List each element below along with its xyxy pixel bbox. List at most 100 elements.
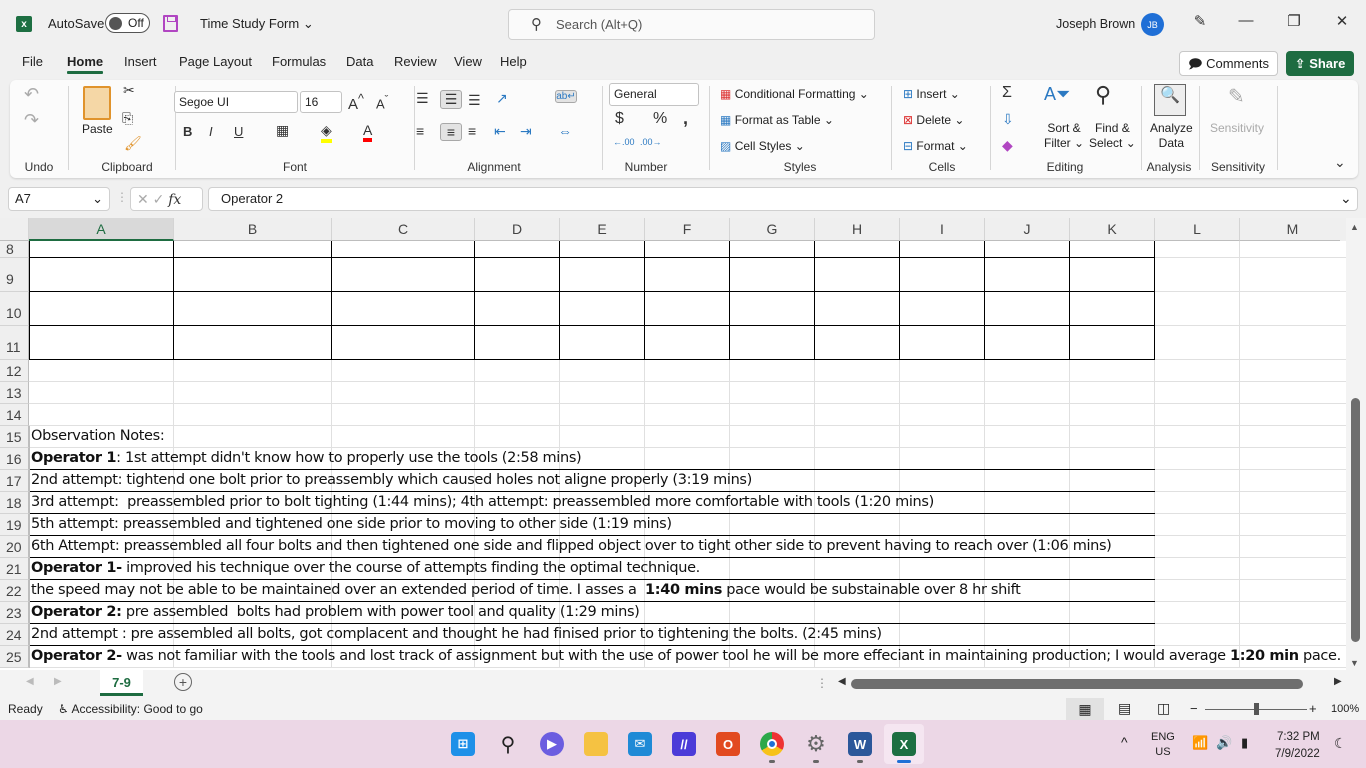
cell-A23[interactable]: Operator 2: pre assembled bolts had prob… — [31, 604, 640, 620]
tab-review[interactable]: Review — [394, 54, 437, 69]
save-icon[interactable] — [163, 15, 178, 32]
sheet-next-icon[interactable]: ▶ — [54, 676, 62, 687]
fill-color-icon[interactable]: ◈ — [321, 122, 332, 143]
zoom-slider-thumb[interactable] — [1254, 703, 1259, 715]
volume-icon[interactable]: 🔊 — [1216, 735, 1232, 751]
scroll-up-icon[interactable]: ▲ — [1350, 222, 1359, 232]
analyze-data-icon[interactable]: 🔍 — [1154, 84, 1186, 116]
column-header-F[interactable]: F — [645, 218, 730, 241]
copy-icon[interactable]: ⎘ — [122, 110, 133, 127]
row-header-9[interactable]: 9 — [0, 258, 29, 292]
share-button[interactable]: ⇪ Share — [1286, 51, 1354, 76]
row-header-16[interactable]: 16 — [0, 448, 29, 470]
comma-icon[interactable]: , — [683, 108, 688, 129]
battery-icon[interactable]: ▮ — [1241, 735, 1248, 751]
search-input[interactable]: ⚲ Search (Alt+Q) — [508, 9, 875, 40]
formula-bar-handle[interactable]: ⋮ — [116, 190, 128, 204]
row-header-13[interactable]: 13 — [0, 382, 29, 404]
show-hidden-icons[interactable]: ^ — [1121, 734, 1128, 750]
cut-icon[interactable]: ✂ — [123, 82, 135, 99]
user-name[interactable]: Joseph Brown — [1056, 17, 1135, 31]
align-right-icon[interactable]: ≡ — [468, 123, 476, 139]
mail-icon[interactable]: ✉ — [628, 732, 652, 756]
autosum-icon[interactable]: Σ — [1002, 84, 1012, 102]
scroll-down-icon[interactable]: ▼ — [1350, 658, 1359, 668]
borders-icon[interactable]: ▦ — [276, 122, 289, 139]
restore-icon[interactable]: ❐ — [1282, 12, 1306, 30]
format-painter-icon[interactable]: 🖌 — [124, 135, 142, 152]
close-icon[interactable]: ✕ — [1330, 12, 1354, 30]
settings-icon[interactable]: ⚙ — [804, 731, 828, 756]
undo-icon[interactable]: ↶ — [24, 84, 39, 105]
tab-insert[interactable]: Insert — [124, 54, 157, 69]
number-format-select[interactable]: General — [609, 83, 699, 106]
percent-icon[interactable]: % — [653, 110, 667, 128]
page-break-view-icon[interactable]: ◫ — [1157, 700, 1170, 717]
cell-A18[interactable]: 3rd attempt: preassembled prior to bolt … — [31, 494, 934, 510]
increase-decimal-icon[interactable]: ←.00 — [613, 137, 635, 147]
currency-icon[interactable]: $ — [615, 110, 624, 128]
row-header-18[interactable]: 18 — [0, 492, 29, 514]
increase-indent-icon[interactable]: ⇥ — [520, 123, 532, 140]
coauthoring-icon[interactable]: ✎ — [1188, 12, 1212, 30]
scroll-right-icon[interactable]: ▶ — [1334, 676, 1342, 687]
row-header-22[interactable]: 22 — [0, 580, 29, 602]
ribbon-collapse-icon[interactable]: ⌄ — [1334, 154, 1346, 171]
tab-view[interactable]: View — [454, 54, 482, 69]
cell-A20[interactable]: 6th Attempt: preassembled all four bolts… — [31, 538, 1112, 554]
row-header-25[interactable]: 25 — [0, 646, 29, 668]
align-middle-icon[interactable]: ☰ — [440, 90, 462, 109]
tab-split-handle[interactable]: ⋮ — [816, 676, 828, 690]
row-header-11[interactable]: 11 — [0, 326, 29, 360]
document-title[interactable]: Time Study Form ⌄ — [200, 16, 314, 32]
enter-icon[interactable]: ✓ — [153, 191, 165, 207]
excel-taskbar-icon[interactable]: X — [892, 732, 916, 756]
sort-filter-icon[interactable]: A⏷ — [1044, 84, 1070, 105]
horizontal-scroll-thumb[interactable] — [851, 679, 1303, 689]
app-ma-icon[interactable]: // — [672, 732, 696, 756]
cell-A22[interactable]: the speed may not be able to be maintain… — [31, 582, 1021, 598]
row-header-14[interactable]: 14 — [0, 404, 29, 426]
increase-font-icon[interactable]: A^ — [348, 92, 364, 113]
cell-A19[interactable]: 5th attempt: preassembled and tightened … — [31, 516, 672, 532]
align-bottom-icon[interactable]: ☰ — [468, 92, 481, 109]
column-header-K[interactable]: K — [1070, 218, 1155, 241]
clock[interactable]: 7:32 PM 7/9/2022 — [1275, 729, 1320, 763]
normal-view-icon[interactable]: ▦ — [1066, 698, 1104, 720]
row-header-24[interactable]: 24 — [0, 624, 29, 646]
align-top-icon[interactable]: ☰ — [416, 90, 429, 107]
avatar[interactable]: JB — [1141, 13, 1164, 36]
font-name-select[interactable]: Segoe UI — [174, 91, 298, 113]
taskbar-search-icon[interactable]: ⚲ — [496, 732, 520, 756]
formula-input[interactable]: Operator 2 — [208, 187, 1358, 211]
column-header-I[interactable]: I — [900, 218, 985, 241]
find-select-icon[interactable]: ⚲ — [1095, 82, 1111, 108]
format-cells-button[interactable]: ⊟ Format ⌄ — [903, 139, 968, 153]
name-box[interactable]: A7 ⌄ — [8, 187, 110, 211]
italic-icon[interactable]: I — [209, 124, 213, 139]
column-header-G[interactable]: G — [730, 218, 815, 241]
cell-A25[interactable]: Operator 2- was not familiar with the to… — [31, 648, 1341, 664]
insert-cells-button[interactable]: ⊞ Insert ⌄ — [903, 87, 960, 101]
row-header-23[interactable]: 23 — [0, 602, 29, 624]
row-header-12[interactable]: 12 — [0, 360, 29, 382]
vertical-scroll-thumb[interactable] — [1351, 398, 1360, 642]
paste-icon[interactable] — [83, 86, 111, 120]
cell-styles-button[interactable]: ▨ Cell Styles ⌄ — [720, 139, 805, 153]
cancel-icon[interactable]: ✕ — [137, 191, 149, 207]
clear-icon[interactable]: ◆ — [1002, 137, 1013, 154]
sheet-prev-icon[interactable]: ◀ — [26, 676, 34, 687]
align-left-icon[interactable]: ≡ — [416, 123, 424, 139]
tab-data[interactable]: Data — [346, 54, 373, 69]
row-header-20[interactable]: 20 — [0, 536, 29, 558]
page-layout-view-icon[interactable]: ▤ — [1118, 700, 1131, 717]
row-header-8[interactable]: 8 — [0, 241, 29, 258]
merge-center-icon[interactable]: ⇔ — [558, 123, 572, 139]
font-size-select[interactable]: 16 — [300, 91, 342, 113]
font-color-icon[interactable]: A — [363, 122, 373, 142]
cell-A17[interactable]: 2nd attempt: tightend one bolt prior to … — [31, 472, 752, 488]
wifi-icon[interactable]: 📶 — [1192, 735, 1208, 751]
decrease-indent-icon[interactable]: ⇤ — [494, 123, 506, 140]
minimize-icon[interactable]: — — [1234, 12, 1258, 29]
column-header-C[interactable]: C — [332, 218, 475, 241]
